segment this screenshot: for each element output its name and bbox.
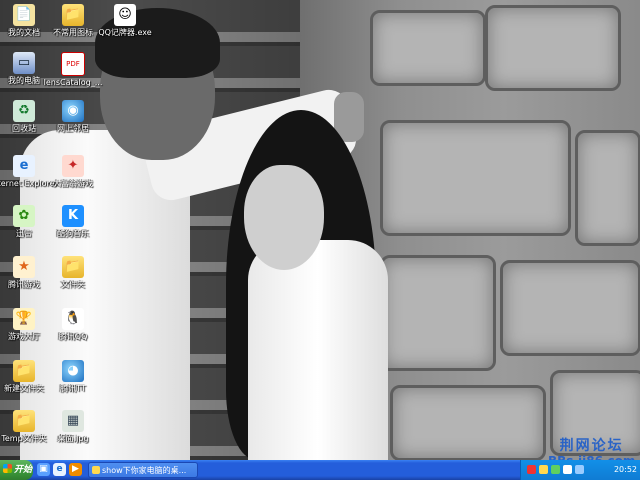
game-hall-icon: 🏆 (13, 308, 35, 330)
stone (575, 130, 640, 246)
stone (370, 10, 486, 86)
desktop-icon-lens-catalog[interactable]: PDF lensCatalog_... (39, 52, 107, 88)
stone (485, 5, 621, 91)
taskbar-window-label: show下你家电脑的桌... (102, 466, 187, 475)
wallpaper-woman-face (244, 165, 324, 270)
desktop-icon-label: 网上邻居 (57, 124, 89, 133)
thunder-icon: ✿ (13, 205, 35, 227)
stone (500, 260, 640, 356)
taskbar: 开始 ▣ e ▶ show下你家电脑的桌... 20:52 (0, 460, 640, 480)
clock[interactable]: 20:52 (614, 460, 637, 480)
game-icon: ✦ (62, 155, 84, 177)
qq-card-counter-icon: ☺ (114, 4, 136, 26)
desktop-icon-label: 大富翁游戏 (53, 179, 93, 188)
folder-icon-4: 📁 (13, 410, 35, 432)
tray-qq-icon[interactable] (539, 465, 548, 474)
desktop-icon-label: QQ记牌器.exe (98, 28, 152, 37)
folder-icon-3: 📁 (13, 360, 35, 382)
recycle-bin-icon: ♻ (13, 100, 35, 122)
qq-penguin-icon: 🐧 (62, 308, 84, 330)
desktop-icon-label: lensCatalog_... (43, 78, 103, 87)
desktop-icon-qq[interactable]: 🐧 腾讯QQ (39, 308, 107, 342)
wallpaper-woman-dress (248, 240, 388, 460)
kugou-icon: K (62, 205, 84, 227)
browser-window-icon (92, 466, 100, 474)
stone (380, 120, 571, 236)
media-player-icon[interactable]: ▶ (69, 463, 82, 476)
desktop-icon-game[interactable]: ✦ 大富翁游戏 (39, 155, 107, 189)
start-label: 开始 (14, 465, 33, 475)
taskbar-window-button[interactable]: show下你家电脑的桌... (88, 462, 198, 478)
desktop-icon-label: 文件夹 (61, 280, 85, 289)
tt-browser-icon: ◕ (62, 360, 84, 382)
my-documents-icon: 📄 (13, 4, 35, 26)
tray-volume-icon[interactable] (563, 465, 572, 474)
tray-app-icon[interactable] (527, 465, 536, 474)
my-computer-icon: ▭ (13, 52, 35, 74)
desktop-icon-desktop-jpg[interactable]: ▦ 桌面.jpg (39, 410, 107, 444)
desktop-icon-tt-browser[interactable]: ◕ 腾讯TT (39, 360, 107, 394)
desktop-icon-label: 桌面.jpg (57, 434, 89, 443)
image-file-icon: ▦ (62, 410, 84, 432)
desktop-icon-qq-card-counter[interactable]: ☺ QQ记牌器.exe (91, 4, 159, 38)
desktop-icon-kugou[interactable]: K 酷狗音乐 (39, 205, 107, 239)
desktop-icon-label: 腾讯QQ (58, 332, 88, 341)
tray-network-icon[interactable] (551, 465, 560, 474)
system-tray: 20:52 (520, 460, 640, 480)
star-game-icon: ★ (13, 256, 35, 278)
tray-ime-icon[interactable] (575, 465, 584, 474)
network-icon: ◉ (62, 100, 84, 122)
desktop-icon-folder[interactable]: 📁 文件夹 (39, 256, 107, 290)
desktop-icon-label: 腾讯TT (60, 384, 86, 393)
desktop-icon-label: 酷狗音乐 (57, 229, 89, 238)
ie-quicklaunch-icon[interactable]: e (53, 463, 66, 476)
show-desktop-icon[interactable]: ▣ (37, 463, 50, 476)
watermark-title: 荆网论坛 (559, 438, 624, 454)
windows-logo-icon (3, 464, 12, 473)
ie-icon: e (13, 155, 35, 177)
folder-icon: 📁 (62, 4, 84, 26)
folder-icon-2: 📁 (62, 256, 84, 278)
start-button[interactable]: 开始 (0, 460, 33, 480)
pdf-icon: PDF (61, 52, 85, 76)
desktop-icon-network[interactable]: ◉ 网上邻居 (39, 100, 107, 134)
stone (390, 385, 546, 460)
stone (380, 255, 496, 371)
